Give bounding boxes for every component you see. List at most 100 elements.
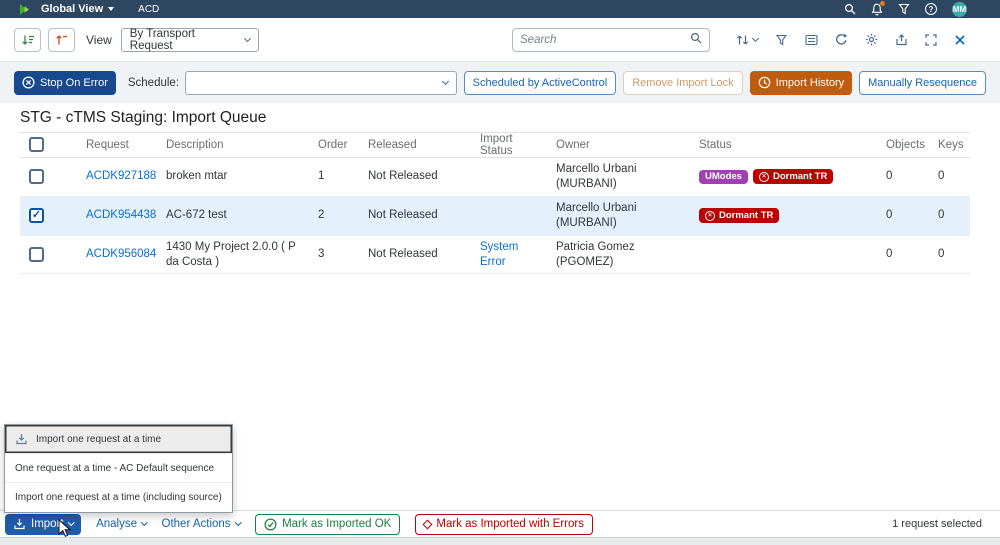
- refresh-button[interactable]: [835, 33, 848, 46]
- menu-item[interactable]: One request at a time - AC Default seque…: [5, 454, 232, 483]
- menu-item-label: Import one request at a time: [36, 433, 162, 445]
- diamond-error-icon: [422, 519, 433, 529]
- order-cell: 2: [318, 209, 325, 222]
- table-body: ACDK927188 broken mtar 1 Not Released Ma…: [20, 158, 970, 275]
- description-cell: 1430 My Project 2.0.0 ( P da Costa ): [166, 240, 296, 268]
- import-queue-table: Request Description Order Released Impor…: [20, 131, 970, 275]
- import-status-cell[interactable]: [472, 212, 548, 220]
- badge-group: ✕ Dormant TR: [691, 204, 878, 227]
- search-input[interactable]: [520, 33, 690, 46]
- chevron-down-icon: [67, 519, 75, 526]
- search-field: [512, 27, 710, 52]
- view-label: View: [86, 32, 112, 47]
- select-all-checkbox[interactable]: [29, 137, 44, 153]
- chevron-down-icon: [108, 7, 115, 11]
- gear-icon: [865, 33, 878, 46]
- import-button[interactable]: Import: [5, 513, 82, 535]
- remove-import-lock-button[interactable]: Remove Import Lock: [623, 70, 743, 95]
- row-checkbox[interactable]: ✓: [29, 208, 44, 224]
- objects-cell: 0: [886, 170, 893, 183]
- schedule-select[interactable]: [185, 70, 457, 95]
- request-link[interactable]: ACDK927188: [78, 165, 158, 188]
- released-cell: Not Released: [368, 209, 438, 222]
- footer-bar: Import Analyse Other Actions Mark as Imp…: [0, 510, 1000, 537]
- column-header-objects: Objects: [886, 138, 925, 151]
- column-header-released: Released: [368, 138, 417, 151]
- action-bar: Stop On Error Schedule: Scheduled by Act…: [0, 62, 1000, 103]
- sort-ascending-button[interactable]: [14, 27, 41, 52]
- request-link[interactable]: ACDK956084: [78, 243, 158, 266]
- filter-icon[interactable]: [898, 3, 910, 15]
- description-cell: AC-672 test: [166, 209, 227, 222]
- circle-x-icon: [22, 76, 35, 89]
- view-select-value: By Transport Request: [129, 27, 195, 52]
- circle-x-icon: ✕: [758, 171, 769, 182]
- filter-button[interactable]: [775, 34, 788, 46]
- import-history-button[interactable]: Import History: [749, 70, 853, 95]
- menu-item[interactable]: Import one request at a time: [5, 425, 232, 454]
- stop-on-error-button[interactable]: Stop On Error: [14, 70, 116, 95]
- global-view-menu[interactable]: Global View: [41, 3, 115, 15]
- sort-menu-button[interactable]: [736, 34, 760, 46]
- row-checkbox[interactable]: [29, 247, 44, 262]
- table-row: ACDK956084 1430 My Project 2.0.0 ( P da …: [20, 236, 970, 275]
- export-button[interactable]: [895, 33, 908, 46]
- released-cell: Not Released: [368, 170, 438, 183]
- request-link[interactable]: ACDK954438: [78, 204, 158, 227]
- avatar[interactable]: MM: [952, 1, 967, 17]
- row-checkbox[interactable]: [29, 169, 44, 185]
- group-columns-button[interactable]: [805, 34, 818, 46]
- other-actions-button[interactable]: Other Actions: [162, 518, 241, 530]
- status-badge: ✕ Dormant TR: [752, 169, 834, 185]
- help-icon[interactable]: ?: [925, 3, 937, 15]
- schedule-label: Schedule:: [127, 76, 180, 89]
- table-row: ✓ ACDK954438 AC-672 test 2 Not Released …: [20, 196, 970, 236]
- selection-status: 1 request selected: [892, 518, 982, 530]
- table-header-row: Request Description Order Released Impor…: [20, 131, 970, 158]
- released-cell: Not Released: [368, 248, 438, 261]
- import-status-cell[interactable]: System Error: [472, 236, 548, 274]
- mark-imported-errors-button[interactable]: Mark as Imported with Errors: [415, 513, 593, 535]
- notifications-bell-icon[interactable]: [871, 0, 885, 16]
- close-button[interactable]: [954, 34, 966, 46]
- status-badge: UModes: [699, 169, 748, 184]
- chevron-down-icon: [234, 519, 241, 526]
- order-cell: 1: [318, 170, 325, 183]
- arrow-down-lines-icon: [21, 35, 34, 45]
- settings-button[interactable]: [865, 33, 878, 46]
- clock-icon: [758, 76, 771, 89]
- toolbar: View By Transport Request: [0, 18, 1000, 62]
- chevron-down-icon: [141, 519, 148, 526]
- chevron-down-icon: [441, 77, 449, 85]
- arrow-up-minus-icon: [55, 34, 67, 44]
- view-select[interactable]: By Transport Request: [120, 27, 259, 52]
- sort-icon: [736, 35, 749, 44]
- import-icon: [13, 518, 26, 530]
- scheduled-by-activecontrol-button[interactable]: Scheduled by ActiveControl: [463, 70, 617, 95]
- menu-item[interactable]: Import one request at a time (including …: [5, 483, 232, 512]
- fullscreen-button[interactable]: [925, 33, 937, 46]
- search-icon[interactable]: [844, 3, 856, 15]
- table-toolbar-icons: [736, 33, 966, 46]
- sort-descending-button[interactable]: [48, 27, 75, 52]
- system-id: ACD: [138, 3, 160, 15]
- app-logo-icon[interactable]: [18, 3, 31, 16]
- column-header-description: Description: [166, 138, 224, 151]
- import-icon: [15, 433, 28, 445]
- status-badge: ✕ Dormant TR: [699, 208, 780, 224]
- keys-cell: 0: [938, 170, 945, 183]
- fullscreen-icon: [925, 33, 937, 46]
- search-icon[interactable]: [690, 32, 702, 47]
- column-header-order: Order: [318, 138, 348, 151]
- import-status-cell[interactable]: [472, 173, 548, 181]
- funnel-icon: [775, 34, 788, 45]
- badge-group: [691, 251, 878, 259]
- manually-resequence-button[interactable]: Manually Resequence: [859, 70, 986, 95]
- analyse-button[interactable]: Analyse: [96, 518, 148, 530]
- mark-imported-ok-button[interactable]: Mark as Imported OK: [255, 513, 401, 535]
- owner-cell: Marcello Urbani (MURBANI): [556, 162, 637, 190]
- table-rows-icon: [805, 34, 818, 45]
- app-name: Global View: [41, 3, 104, 15]
- circle-x-icon: ✕: [705, 210, 715, 221]
- order-cell: 3: [318, 248, 325, 261]
